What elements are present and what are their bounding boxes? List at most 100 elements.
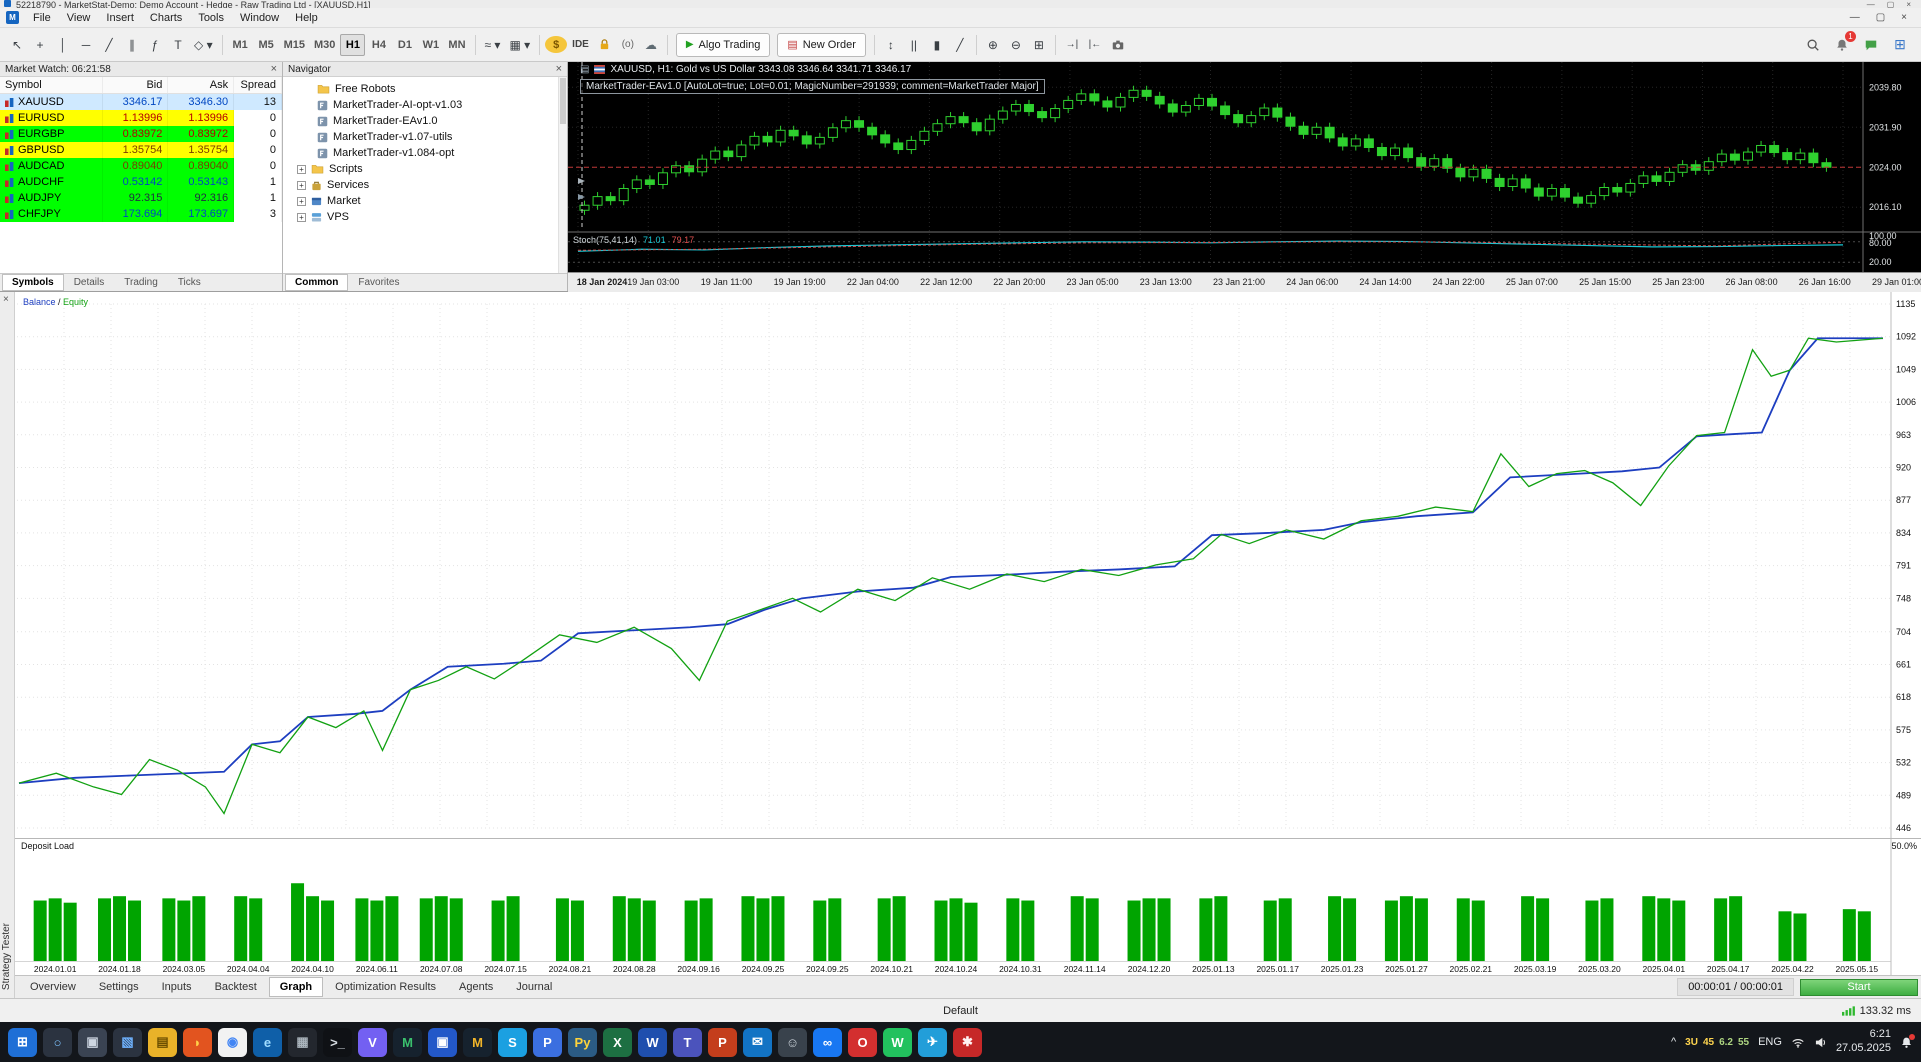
tester-tab-inputs[interactable]: Inputs <box>151 977 203 997</box>
taskbar-icon-task-view[interactable]: ▣ <box>78 1027 107 1057</box>
menu-file[interactable]: File <box>25 10 59 26</box>
taskbar-icon-photos[interactable]: ▣ <box>428 1027 457 1057</box>
menu-charts[interactable]: Charts <box>142 10 190 26</box>
timeframe-m1-button[interactable]: M1 <box>228 34 253 56</box>
signals-button[interactable]: (o) <box>617 34 639 56</box>
chart-shift-button[interactable]: |← <box>1084 34 1106 56</box>
menu-insert[interactable]: Insert <box>98 10 142 26</box>
navigator-scrollbar[interactable] <box>558 77 567 273</box>
market-watch-row-audchf[interactable]: AUDCHF 0.53142 0.53143 1 <box>0 174 282 190</box>
tester-tab-optimization-results[interactable]: Optimization Results <box>324 977 447 997</box>
equidistant-channel-tool[interactable]: ∥ <box>121 34 143 56</box>
speaker-icon[interactable] <box>1814 1037 1827 1048</box>
navigator-item-scripts[interactable]: + Scripts <box>283 161 567 177</box>
timeframe-h1-button[interactable]: H1 <box>340 33 366 56</box>
notifications-bell-icon[interactable]: 1 <box>1831 30 1856 56</box>
timeframe-m5-button[interactable]: M5 <box>254 34 279 56</box>
chart-restore-icon[interactable]: ▢ <box>1876 12 1885 23</box>
taskbar-icon-mail[interactable]: ✉ <box>743 1027 772 1057</box>
market-watch-row-eurgbp[interactable]: EURGBP 0.83972 0.83972 0 <box>0 126 282 142</box>
connection-signal-icon[interactable] <box>1841 1005 1855 1016</box>
wifi-icon[interactable] <box>1791 1037 1805 1048</box>
timeframe-w1-button[interactable]: W1 <box>418 34 443 56</box>
timeframe-m30-button[interactable]: M30 <box>310 34 339 56</box>
column-header-spread[interactable]: Spread <box>234 77 282 93</box>
navigator-item-vps[interactable]: + VPS <box>283 209 567 225</box>
expand-plus-icon[interactable]: + <box>297 196 306 206</box>
market-watch-row-eurusd[interactable]: EURUSD 1.13996 1.13996 0 <box>0 110 282 126</box>
navigator-item-market[interactable]: + Market <box>283 193 567 209</box>
tray-clock[interactable]: 6:21 27.05.2025 <box>1836 1028 1891 1056</box>
market-watch-row-audjpy[interactable]: AUDJPY 92.315 92.316 1 <box>0 190 282 206</box>
taskbar-icon-paint[interactable]: P <box>533 1027 562 1057</box>
chat-icon[interactable] <box>1860 34 1882 56</box>
crosshair-tool[interactable]: + <box>29 34 51 56</box>
navigator-item-markettrader-v1-07-utils[interactable]: MarketTrader-v1.07-utils <box>283 129 567 145</box>
indicators-menu-button[interactable]: ≈ ▾ <box>481 34 505 56</box>
community-grid-icon[interactable]: ⊞ <box>1889 34 1911 56</box>
taskbar-icon-workplace[interactable]: ∞ <box>813 1027 842 1057</box>
tray-chevron-icon[interactable]: ^ <box>1671 1036 1676 1048</box>
navigator-item-markettrader-ai-opt-v1-03[interactable]: MarketTrader-AI-opt-v1.03 <box>283 97 567 113</box>
tile-windows-button[interactable]: ⊞ <box>1028 34 1050 56</box>
navigator-item-markettrader-v1-084-opt[interactable]: MarketTrader-v1.084-opt <box>283 145 567 161</box>
taskbar-icon-search[interactable]: ○ <box>43 1027 72 1057</box>
taskbar-icon-excel[interactable]: X <box>603 1027 632 1057</box>
chart-menu-icon[interactable]: ▤ <box>580 64 589 75</box>
tick-chart-button[interactable]: ↕ <box>880 34 902 56</box>
cursor-tool[interactable]: ↖ <box>6 34 28 56</box>
tester-tab-agents[interactable]: Agents <box>448 977 504 997</box>
taskbar-icon-telegram[interactable]: ✈ <box>918 1027 947 1057</box>
taskbar-icon-opera[interactable]: O <box>848 1027 877 1057</box>
timeframe-m15-button[interactable]: M15 <box>280 34 309 56</box>
navigator-item-services[interactable]: + Services <box>283 177 567 193</box>
tray-language[interactable]: ENG <box>1758 1036 1782 1048</box>
restore-icon[interactable]: ▢ <box>1887 0 1895 8</box>
taskbar-icon-pinned-alert[interactable]: ✱ <box>953 1027 982 1057</box>
taskbar-icon-file-explorer[interactable]: ▤ <box>148 1027 177 1057</box>
navigator-item-free-robots[interactable]: Free Robots <box>283 81 567 97</box>
expand-plus-icon[interactable]: + <box>297 212 306 222</box>
taskbar-icon-powerpoint[interactable]: P <box>708 1027 737 1057</box>
timeframe-h4-button[interactable]: H4 <box>366 34 391 56</box>
zoom-out-button[interactable]: ⊖ <box>1005 34 1027 56</box>
vertical-line-tool[interactable]: │ <box>52 34 74 56</box>
horizontal-line-tool[interactable]: ─ <box>75 34 97 56</box>
taskbar-icon-terminal[interactable]: >_ <box>323 1027 352 1057</box>
taskbar-icon-widgets[interactable]: ▧ <box>113 1027 142 1057</box>
market-watch-row-chfjpy[interactable]: CHFJPY 173.694 173.697 3 <box>0 206 282 222</box>
taskbar-icon-teams[interactable]: T <box>673 1027 702 1057</box>
start-button[interactable]: Start <box>1800 978 1918 996</box>
balance-equity-graph[interactable]: 1135 1092 1049 1006 963 920 877 834 791 748 704 661… <box>15 292 1921 838</box>
minimize-icon[interactable]: — <box>1867 0 1875 8</box>
column-header-symbol[interactable]: Symbol <box>0 77 103 93</box>
taskbar-icon-people[interactable]: ☺ <box>778 1027 807 1057</box>
deposit-funds-button[interactable]: $ <box>545 36 568 53</box>
menu-view[interactable]: View <box>59 10 99 26</box>
candle-chart-button[interactable]: ▮ <box>926 34 948 56</box>
menu-window[interactable]: Window <box>232 10 287 26</box>
market-watch-row-xauusd[interactable]: XAUUSD 3346.17 3346.30 13 <box>0 94 282 110</box>
profile-selector[interactable]: Default <box>925 1003 996 1019</box>
scrollbar-thumb[interactable] <box>560 78 566 124</box>
market-watch-tab-details[interactable]: Details <box>64 274 115 291</box>
market-watch-tab-ticks[interactable]: Ticks <box>168 274 211 291</box>
market-watch-row-gbpusd[interactable]: GBPUSD 1.35754 1.35754 0 <box>0 142 282 158</box>
column-header-ask[interactable]: Ask <box>168 77 235 93</box>
titlebar[interactable]: 52218790 - MarketStat-Demo: Demo Account… <box>0 0 1921 8</box>
chart-close-icon[interactable]: × <box>1901 12 1907 23</box>
navigator-tab-favorites[interactable]: Favorites <box>348 274 409 291</box>
taskbar-icon-chrome[interactable]: ◉ <box>218 1027 247 1057</box>
expand-plus-icon[interactable]: + <box>297 180 306 190</box>
lock-icon[interactable] <box>594 34 616 56</box>
price-chart-panel[interactable]: 2039.80 2031.90 2024.00 2016.10 100.00 80.00 2… <box>568 62 1921 292</box>
tester-tab-overview[interactable]: Overview <box>19 977 87 997</box>
search-icon[interactable] <box>1802 34 1824 56</box>
zoom-in-button[interactable]: ⊕ <box>982 34 1004 56</box>
market-watch-row-audcad[interactable]: AUDCAD 0.89040 0.89040 0 <box>0 158 282 174</box>
taskbar-icon-dark-app[interactable]: ▦ <box>288 1027 317 1057</box>
navigator-close-icon[interactable]: × <box>556 63 562 75</box>
candlestick-chart[interactable]: 2039.80 2031.90 2024.00 2016.10 100.00 80.00 2… <box>568 62 1921 272</box>
shapes-tool[interactable]: ◇ ▾ <box>190 34 217 56</box>
timeframe-mn-button[interactable]: MN <box>444 34 469 56</box>
